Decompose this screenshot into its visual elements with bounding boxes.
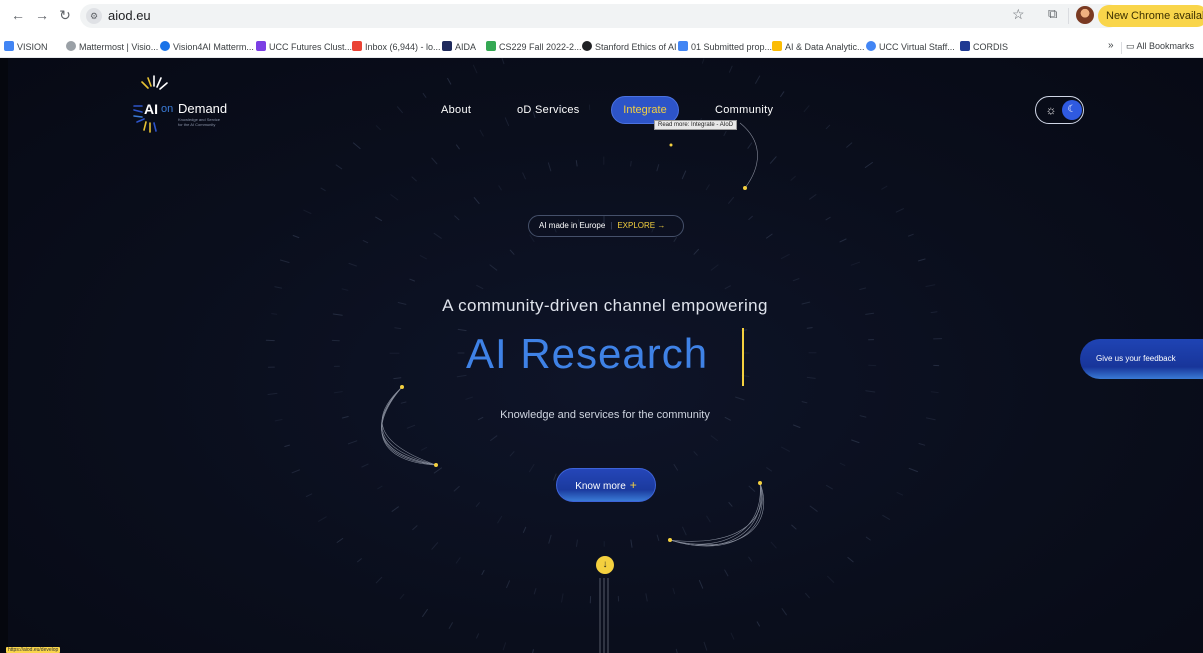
bookmark-favicon-icon [4, 41, 14, 51]
hero-headline: A community-driven channel empowering [442, 296, 768, 315]
page-left-edge [0, 58, 8, 653]
bookmark-favicon-icon [960, 41, 970, 51]
bookmark-item[interactable]: Stanford Ethics of AI [582, 41, 677, 52]
bookmark-item[interactable]: Inbox (6,944) - lo... [352, 41, 441, 52]
explore-badge-text: AI made in Europe [539, 221, 606, 230]
bookmark-favicon-icon [442, 41, 452, 51]
folder-icon: ▭ [1126, 41, 1137, 51]
toolbar-divider [1068, 8, 1069, 24]
aiod-logo-icon[interactable] [128, 58, 178, 136]
bookmark-favicon-icon [66, 41, 76, 51]
bookmark-favicon-icon [160, 41, 170, 51]
logo-text-on[interactable]: on [161, 103, 173, 115]
drive-icon [772, 41, 782, 51]
docs-icon [678, 41, 688, 51]
logo-text-ai[interactable]: AI [144, 101, 158, 117]
theme-toggle[interactable]: ☼ ☾ [1035, 96, 1084, 124]
scroll-down-arrow-icon[interactable]: ↓ [596, 556, 614, 574]
sun-icon[interactable]: ☼ [1044, 103, 1058, 117]
logo-text-demand[interactable]: Demand [178, 101, 227, 116]
bookmark-item[interactable]: AIDA [442, 41, 476, 52]
bookmark-item[interactable]: Mattermost | Visio... [66, 41, 158, 52]
browser-toolbar: ← → ↻ ⚙ aiod.eu ☆ ⧉ New Chrome available [0, 0, 1203, 38]
reload-icon[interactable]: ↻ [55, 5, 75, 25]
sheets-icon [486, 41, 496, 51]
bookmark-favicon-icon [866, 41, 876, 51]
more-bookmarks-icon[interactable]: » [1108, 40, 1114, 51]
chrome-update-button[interactable]: New Chrome available [1098, 5, 1203, 27]
gmail-icon [352, 41, 362, 51]
feedback-button[interactable]: Give us your feedback [1080, 339, 1203, 379]
forward-icon[interactable]: → [32, 5, 52, 25]
bookmark-item[interactable]: CORDIS [960, 41, 1008, 52]
status-bar-url: https://aiod.eu/develop [6, 647, 61, 653]
nav-about[interactable]: About [441, 104, 471, 116]
bookmark-item[interactable]: VISION [4, 41, 48, 52]
typing-caret [742, 328, 744, 386]
explore-badge-divider: | [610, 221, 613, 230]
plus-icon: + [629, 478, 637, 492]
moon-icon[interactable]: ☾ [1062, 100, 1082, 120]
back-icon[interactable]: ← [8, 5, 28, 25]
bookmark-item[interactable]: AI & Data Analytic... [772, 41, 865, 52]
integrate-tooltip: Read more: Integrate - AIoD [654, 120, 738, 130]
extensions-icon[interactable]: ⧉ [1048, 6, 1057, 22]
logo-tagline: for the AI Community [178, 122, 216, 127]
explore-link[interactable]: EXPLORE → [617, 221, 665, 230]
bookmark-item[interactable]: UCC Futures Clust... [256, 41, 352, 52]
bookmark-item[interactable]: Vision4AI Matterm... [160, 41, 254, 52]
all-bookmarks-button[interactable]: ▭ All Bookmarks [1126, 41, 1194, 52]
know-more-label: Know more [575, 481, 626, 492]
url-text[interactable]: aiod.eu [108, 8, 151, 23]
bookmarks-divider [1121, 42, 1122, 54]
explore-badge[interactable]: AI made in Europe | EXPLORE → [528, 215, 684, 237]
nav-community[interactable]: Community [715, 104, 773, 116]
nav-services[interactable]: oD Services [517, 104, 580, 116]
hero-subhead: Knowledge and services for the community [500, 409, 710, 421]
site-info-icon[interactable]: ⚙ [86, 8, 102, 24]
know-more-button[interactable]: Know more + [556, 468, 656, 502]
hero-title: AI Research [466, 330, 709, 377]
bookmarks-bar: VISION Mattermost | Visio... Vision4AI M… [0, 38, 1203, 58]
address-bar[interactable] [80, 4, 1120, 28]
page-viewport: AI on Demand Knowledge and Service for t… [0, 58, 1203, 653]
bookmark-item[interactable]: 01 Submitted prop... [678, 41, 772, 52]
bookmark-item[interactable]: UCC Virtual Staff... [866, 41, 955, 52]
bookmark-item[interactable]: CS229 Fall 2022-2... [486, 41, 582, 52]
bookmark-star-icon[interactable]: ☆ [1012, 6, 1025, 23]
bookmark-favicon-icon [256, 41, 266, 51]
bookmark-favicon-icon [582, 41, 592, 51]
profile-avatar[interactable] [1076, 6, 1094, 24]
